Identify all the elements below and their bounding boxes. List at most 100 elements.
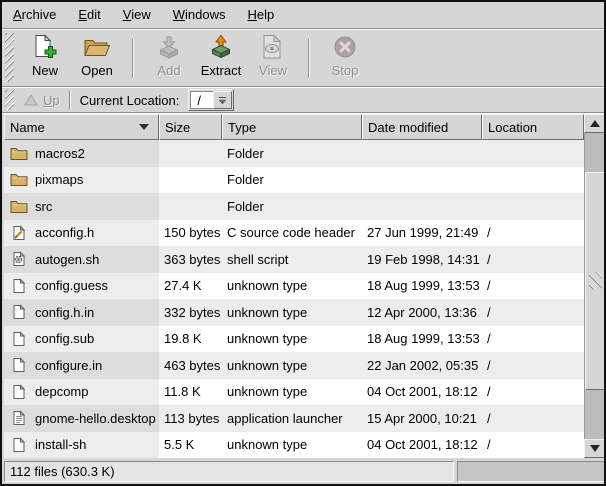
table-row[interactable]: macros2 Folder <box>4 140 584 167</box>
scrollbar-trough[interactable] <box>584 133 606 439</box>
file-type: Folder <box>222 193 362 220</box>
menu-windows[interactable]: Windows <box>162 2 237 28</box>
document-icon <box>8 330 29 348</box>
file-date-modified <box>362 193 482 220</box>
shell-script-file-icon <box>8 250 29 268</box>
file-size: 363 bytes <box>159 246 222 273</box>
column-header-loc[interactable]: Location <box>482 114 584 140</box>
table-row[interactable]: gnome-hello.desktop 113 bytes applicatio… <box>4 405 584 432</box>
table-row[interactable]: pixmaps Folder <box>4 167 584 194</box>
file-name: autogen.sh <box>35 252 99 267</box>
table-row[interactable]: install-sh 5.5 K unknown type 04 Oct 200… <box>4 432 584 459</box>
file-location: / <box>482 326 584 353</box>
scroll-up-button[interactable] <box>584 114 606 133</box>
table-row[interactable]: acconfig.h 150 bytes C source code heade… <box>4 220 584 247</box>
column-header-type[interactable]: Type <box>222 114 362 140</box>
file-type: unknown type <box>222 299 362 326</box>
menu-archive[interactable]: Archive <box>2 2 67 28</box>
scrollbar-thumb-grip <box>589 272 602 290</box>
file-name: config.h.in <box>35 305 94 320</box>
document-icon <box>8 356 29 374</box>
menu-edit[interactable]: Edit <box>67 2 111 28</box>
table-row[interactable]: src Folder <box>4 193 584 220</box>
toolbar-button-label: Open <box>81 63 113 78</box>
column-headers: Name SizeType Date modified Location <box>4 114 584 140</box>
add-files-icon <box>156 34 182 61</box>
file-date-modified: 04 Oct 2001, 18:12 <box>362 432 482 459</box>
file-type: unknown type <box>222 273 362 300</box>
up-button-label: Up <box>43 93 60 108</box>
location-combo-box: / <box>188 89 234 111</box>
table-row[interactable]: autogen.sh 363 bytes shell script 19 Feb… <box>4 246 584 273</box>
column-header-name[interactable]: Name <box>4 114 159 140</box>
c-header-file-icon <box>8 224 29 242</box>
column-header-size[interactable]: Size <box>159 114 222 140</box>
new-button[interactable]: New <box>20 34 70 82</box>
file-type: application launcher <box>222 405 362 432</box>
file-name: configure.in <box>35 358 102 373</box>
file-location <box>482 193 584 220</box>
status-message-frame: 112 files (630.3 K) <box>4 461 454 482</box>
scrollbar-thumb[interactable] <box>585 172 605 390</box>
table-row[interactable]: config.sub 19.8 K unknown type 18 Aug 19… <box>4 326 584 353</box>
file-name: pixmaps <box>35 172 83 187</box>
file-location: / <box>482 432 584 459</box>
toolbar: New Open AddExtractView Stop <box>2 30 604 85</box>
menubar: ArchiveEditViewWindowsHelp <box>2 2 604 28</box>
file-location <box>482 140 584 167</box>
location-combo-value[interactable]: / <box>190 91 213 109</box>
desktop-entry-file-icon <box>8 409 29 427</box>
column-header-date[interactable]: Date modified <box>362 114 482 140</box>
column-header-label: Name <box>10 120 45 135</box>
menu-help[interactable]: Help <box>236 2 285 28</box>
file-location: / <box>482 405 584 432</box>
add-button: Add <box>144 34 194 82</box>
file-type: unknown type <box>222 432 362 459</box>
file-rows: macros2 Folder pixmaps Folder src Folder… <box>4 140 584 458</box>
table-row[interactable]: configure.in 463 bytes unknown type 22 J… <box>4 352 584 379</box>
column-header-label: Date modified <box>368 120 448 135</box>
location-bar-drag-handle[interactable] <box>5 90 14 110</box>
scroll-down-arrow-icon <box>590 445 600 452</box>
file-type: C source code header <box>222 220 362 247</box>
open-archive-icon <box>83 34 111 61</box>
file-name: install-sh <box>35 437 86 452</box>
toolbar-drag-handle[interactable] <box>5 33 14 82</box>
file-location: / <box>482 220 584 247</box>
status-bar: 112 files (630.3 K) <box>4 461 606 482</box>
table-row[interactable]: config.guess 27.4 K unknown type 18 Aug … <box>4 273 584 300</box>
file-date-modified <box>362 167 482 194</box>
open-button[interactable]: Open <box>72 34 122 82</box>
file-list: Name SizeType Date modified Location macros… <box>4 114 606 458</box>
file-size: 19.8 K <box>159 326 222 353</box>
file-size <box>159 193 222 220</box>
file-size: 5.5 K <box>159 432 222 459</box>
file-size: 113 bytes <box>159 405 222 432</box>
document-icon <box>8 303 29 321</box>
location-bar: Up Current Location: / <box>2 88 604 112</box>
up-button: Up <box>20 91 64 110</box>
file-size: 11.8 K <box>159 379 222 406</box>
file-date-modified: 19 Feb 1998, 14:31 <box>362 246 482 273</box>
file-location: / <box>482 352 584 379</box>
location-combo-dropdown-button[interactable] <box>213 91 232 109</box>
scroll-down-button[interactable] <box>584 439 606 458</box>
sort-descending-icon <box>139 124 149 130</box>
file-date-modified <box>362 140 482 167</box>
status-secondary-frame <box>457 461 606 482</box>
scroll-up-arrow-icon <box>590 120 600 127</box>
view-button: View <box>248 34 298 82</box>
document-icon <box>8 277 29 295</box>
table-row[interactable]: config.h.in 332 bytes unknown type 12 Ap… <box>4 299 584 326</box>
file-name: src <box>35 199 52 214</box>
file-date-modified: 18 Aug 1999, 13:53 <box>362 273 482 300</box>
toolbar-button-label: Stop <box>332 63 359 78</box>
up-arrow-icon <box>24 94 38 106</box>
menu-view[interactable]: View <box>112 2 162 28</box>
file-date-modified: 12 Apr 2000, 13:36 <box>362 299 482 326</box>
file-type: unknown type <box>222 326 362 353</box>
table-row[interactable]: depcomp 11.8 K unknown type 04 Oct 2001,… <box>4 379 584 406</box>
file-size <box>159 140 222 167</box>
document-icon <box>8 436 29 454</box>
extract-button[interactable]: Extract <box>196 34 246 82</box>
